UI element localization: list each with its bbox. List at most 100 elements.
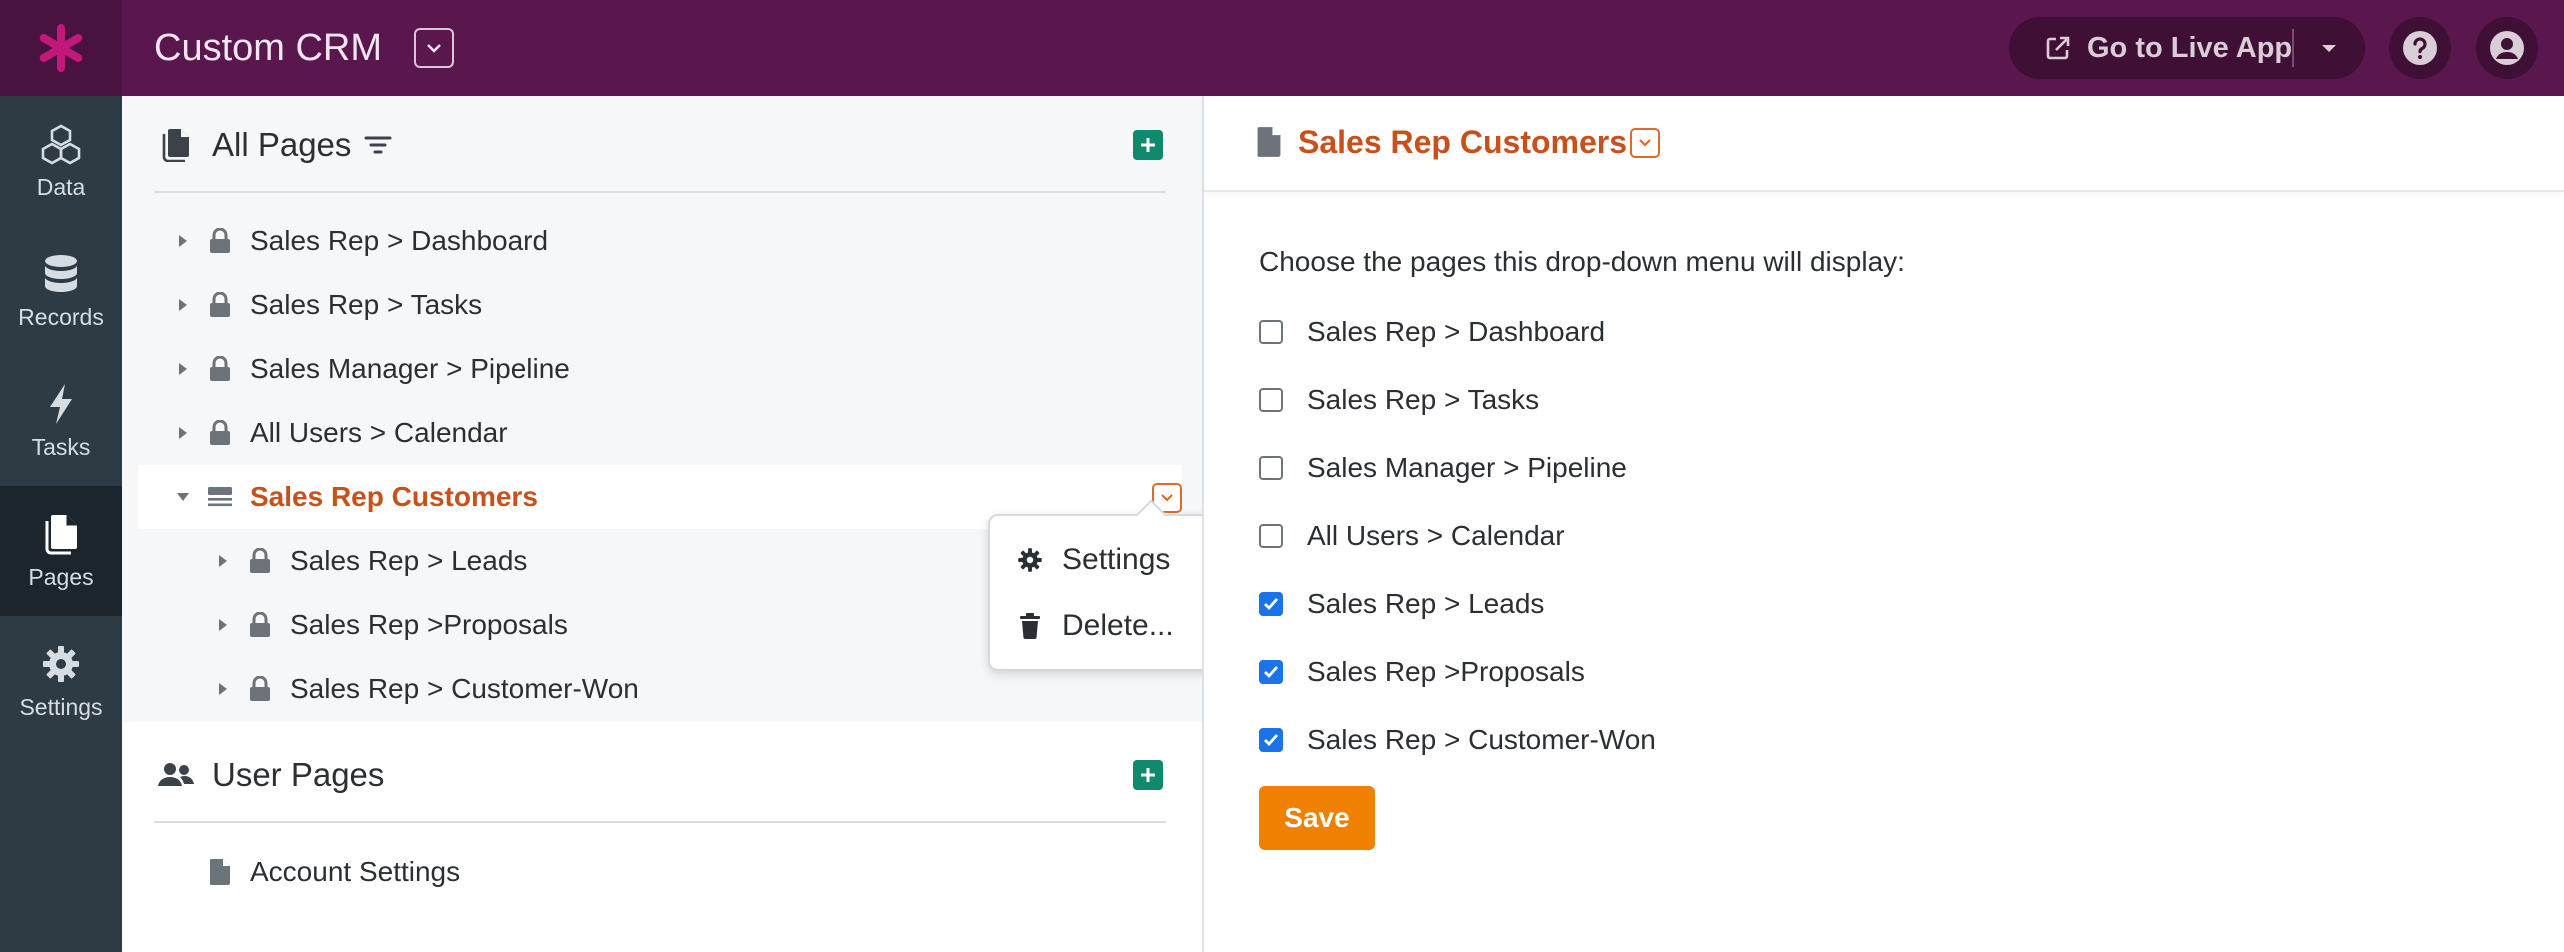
sidebar-item-pages[interactable]: Pages bbox=[0, 486, 122, 616]
tree-item-label: Sales Manager > Pipeline bbox=[250, 353, 570, 384]
plus-icon bbox=[1141, 768, 1155, 782]
go-to-live-app-button[interactable]: Go to Live App bbox=[2009, 17, 2365, 79]
user-account-button[interactable] bbox=[2476, 17, 2538, 79]
lock-icon bbox=[206, 227, 234, 255]
cubes-icon bbox=[39, 122, 83, 166]
chevron-down-icon bbox=[1161, 494, 1173, 502]
database-icon bbox=[39, 252, 83, 296]
tree-item[interactable]: All Users > Calendar bbox=[138, 401, 1182, 465]
menu-item-settings[interactable]: Settings bbox=[990, 528, 1233, 592]
checkbox-label: Sales Rep > Leads bbox=[1307, 588, 1545, 619]
sidebar-item-records[interactable]: Records bbox=[0, 226, 122, 356]
lock-icon bbox=[206, 355, 234, 383]
caret-right-icon[interactable] bbox=[174, 360, 192, 378]
document-icon bbox=[1256, 126, 1282, 163]
checkbox-checked[interactable] bbox=[1259, 592, 1283, 616]
caret-down-icon[interactable] bbox=[174, 488, 192, 506]
gear-icon bbox=[39, 642, 83, 686]
divider bbox=[154, 191, 1166, 193]
menu-item-label: Settings bbox=[1062, 543, 1171, 576]
user-circle-icon bbox=[2490, 31, 2524, 65]
app-logo[interactable] bbox=[0, 0, 122, 96]
page-option[interactable]: Sales Rep > Dashboard bbox=[1259, 312, 1605, 352]
checkbox-label: Sales Rep >Proposals bbox=[1307, 656, 1585, 687]
tree-item-label: Sales Rep > Leads bbox=[290, 545, 528, 576]
button-divider bbox=[2292, 29, 2294, 67]
checkbox[interactable] bbox=[1259, 456, 1283, 480]
page-option[interactable]: All Users > Calendar bbox=[1259, 516, 1565, 556]
tree-item[interactable]: Sales Rep > Tasks bbox=[138, 273, 1182, 337]
tree-item[interactable]: Account Settings bbox=[138, 840, 1182, 904]
lock-icon bbox=[206, 291, 234, 319]
external-link-icon bbox=[2043, 33, 2073, 63]
page-context-menu: Settings Delete... bbox=[988, 514, 1235, 671]
filter-icon[interactable] bbox=[363, 133, 393, 157]
instruction-text: Choose the pages this drop-down menu wil… bbox=[1259, 246, 1905, 277]
caret-down-icon bbox=[2322, 45, 2336, 52]
detail-title: Sales Rep Customers bbox=[1298, 124, 1628, 160]
sidebar-item-label: Pages bbox=[28, 563, 94, 590]
sidebar-item-label: Data bbox=[36, 173, 86, 200]
user-pages-title: User Pages bbox=[212, 756, 385, 793]
gear-icon bbox=[1016, 546, 1044, 574]
checkmark-icon bbox=[1264, 598, 1279, 611]
question-circle-icon bbox=[2403, 31, 2437, 65]
all-pages-title: All Pages bbox=[212, 126, 352, 163]
document-icon bbox=[206, 858, 234, 886]
help-button[interactable] bbox=[2389, 17, 2451, 79]
sidebar-item-label: Tasks bbox=[31, 433, 91, 460]
sidebar-item-label: Records bbox=[18, 303, 104, 330]
tree-item[interactable]: Sales Manager > Pipeline bbox=[138, 337, 1182, 401]
plus-icon bbox=[1141, 138, 1155, 152]
add-page-button[interactable] bbox=[1133, 130, 1163, 160]
detail-options-button[interactable] bbox=[1630, 128, 1660, 158]
tree-item-label: Account Settings bbox=[250, 856, 461, 887]
caret-right-icon[interactable] bbox=[174, 232, 192, 250]
go-to-live-app-label: Go to Live App bbox=[2087, 31, 2293, 64]
top-bar: Custom CRM Go to Live App bbox=[0, 0, 2564, 96]
pages-icon bbox=[39, 512, 83, 556]
checkbox-label: Sales Rep > Dashboard bbox=[1307, 316, 1606, 347]
add-user-page-button[interactable] bbox=[1133, 760, 1163, 790]
asterisk-logo-icon bbox=[39, 24, 83, 72]
page-option[interactable]: Sales Manager > Pipeline bbox=[1259, 448, 1627, 488]
page-option[interactable]: Sales Rep > Tasks bbox=[1259, 380, 1539, 420]
left-sidebar: Data Records Tasks Pages Settings bbox=[0, 96, 122, 952]
app-switcher-button[interactable] bbox=[414, 28, 454, 68]
save-button[interactable]: Save bbox=[1259, 786, 1375, 850]
sidebar-item-tasks[interactable]: Tasks bbox=[0, 356, 122, 486]
caret-right-icon[interactable] bbox=[214, 680, 232, 698]
caret-right-icon[interactable] bbox=[214, 552, 232, 570]
page-option[interactable]: Sales Rep > Leads bbox=[1259, 584, 1544, 624]
tree-item[interactable]: Sales Rep > Dashboard bbox=[138, 209, 1182, 273]
chevron-down-icon bbox=[427, 44, 441, 53]
checkbox[interactable] bbox=[1259, 524, 1283, 548]
detail-panel: Sales Rep Customers Choose the pages thi… bbox=[1202, 96, 2564, 952]
caret-right-icon[interactable] bbox=[174, 424, 192, 442]
checkbox-label: Sales Rep > Tasks bbox=[1307, 384, 1540, 415]
checkbox-label: Sales Rep > Customer-Won bbox=[1307, 724, 1656, 755]
caret-right-icon[interactable] bbox=[214, 616, 232, 634]
page-option[interactable]: Sales Rep >Proposals bbox=[1259, 652, 1585, 692]
bolt-icon bbox=[39, 382, 83, 426]
trash-icon bbox=[1016, 612, 1044, 640]
checkbox-checked[interactable] bbox=[1259, 728, 1283, 752]
menu-item-delete[interactable]: Delete... bbox=[990, 594, 1233, 658]
users-icon bbox=[158, 757, 194, 793]
live-app-options-caret[interactable] bbox=[2320, 39, 2338, 62]
tree-item-label: Sales Rep > Dashboard bbox=[250, 225, 549, 256]
checkbox-checked[interactable] bbox=[1259, 660, 1283, 684]
sidebar-item-settings[interactable]: Settings bbox=[0, 616, 122, 746]
checkbox[interactable] bbox=[1259, 388, 1283, 412]
lock-icon bbox=[246, 611, 274, 639]
all-pages-header: All Pages bbox=[158, 126, 393, 164]
pages-icon bbox=[158, 127, 194, 163]
sidebar-item-data[interactable]: Data bbox=[0, 96, 122, 226]
checkmark-icon bbox=[1264, 734, 1279, 747]
checkbox-label: All Users > Calendar bbox=[1307, 520, 1565, 551]
page-option[interactable]: Sales Rep > Customer-Won bbox=[1259, 720, 1656, 760]
checkbox[interactable] bbox=[1259, 320, 1283, 344]
menu-item-label: Delete... bbox=[1062, 609, 1174, 642]
caret-right-icon[interactable] bbox=[174, 296, 192, 314]
tree-item-label: Sales Rep > Tasks bbox=[250, 289, 483, 320]
